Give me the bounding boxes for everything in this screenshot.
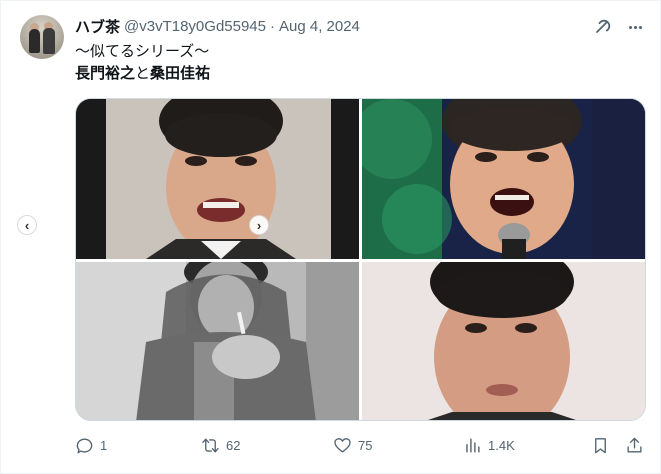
views-button[interactable]: 1.4K xyxy=(463,433,515,457)
carousel-prev-button[interactable]: ‹ xyxy=(17,215,37,235)
display-name[interactable]: ハブ茶 xyxy=(75,16,120,37)
media-image-3[interactable] xyxy=(76,262,359,420)
avatar-figure-body xyxy=(29,29,40,53)
grok-icon[interactable] xyxy=(593,17,613,37)
retweet-count: 62 xyxy=(226,437,241,453)
photo-singer-with-microphone-icon xyxy=(362,99,645,259)
tweet-text-line-1: 〜似てるシリーズ〜 xyxy=(75,43,210,60)
heart-icon xyxy=(334,437,351,453)
action-bar: 1 62 75 1.4K xyxy=(75,433,646,457)
media-image-1[interactable] xyxy=(76,99,359,259)
retweet-icon xyxy=(202,437,219,453)
reply-icon xyxy=(76,438,93,453)
reply-count: 1 xyxy=(100,437,108,453)
avatar[interactable] xyxy=(20,15,64,59)
tweet-text-line-2: 長門裕之と桑田佳祐 xyxy=(75,64,210,84)
media-grid xyxy=(75,98,646,421)
more-options-icon[interactable] xyxy=(625,17,645,37)
post-date[interactable]: Aug 4, 2024 xyxy=(279,18,360,35)
text-join: と xyxy=(135,65,151,82)
photo-bw-man-lighting-cigarette-icon xyxy=(76,262,359,420)
tweet-card: ハブ茶 @v3vT18y0Gd55945 · Aug 4, 2024 〜似てるシ… xyxy=(0,0,661,474)
views-count: 1.4K xyxy=(488,437,515,453)
name-kuwata: 桑田佳祐 xyxy=(150,65,211,82)
user-handle[interactable]: @v3vT18y0Gd55945 xyxy=(124,18,266,35)
media-image-2[interactable] xyxy=(362,99,645,259)
separator-dot: · xyxy=(270,17,275,35)
photo-man-closeup-portrait-icon xyxy=(362,262,645,420)
bookmark-icon xyxy=(595,437,606,453)
bookmark-button[interactable] xyxy=(591,433,610,457)
like-count: 75 xyxy=(358,437,373,453)
tweet-header: ハブ茶 @v3vT18y0Gd55945 · Aug 4, 2024 xyxy=(75,15,360,37)
retweet-button[interactable]: 62 xyxy=(201,433,240,457)
share-icon xyxy=(627,437,642,453)
like-button[interactable]: 75 xyxy=(333,433,372,457)
avatar-figure-body xyxy=(43,28,55,54)
photo-portrait-smiling-man-icon xyxy=(76,99,359,259)
carousel-next-button[interactable]: › xyxy=(249,215,269,235)
reply-button[interactable]: 1 xyxy=(75,433,107,457)
media-image-4[interactable] xyxy=(362,262,645,420)
name-nagato: 長門裕之 xyxy=(75,65,136,82)
share-button[interactable] xyxy=(625,433,644,457)
views-chart-icon xyxy=(466,437,480,453)
